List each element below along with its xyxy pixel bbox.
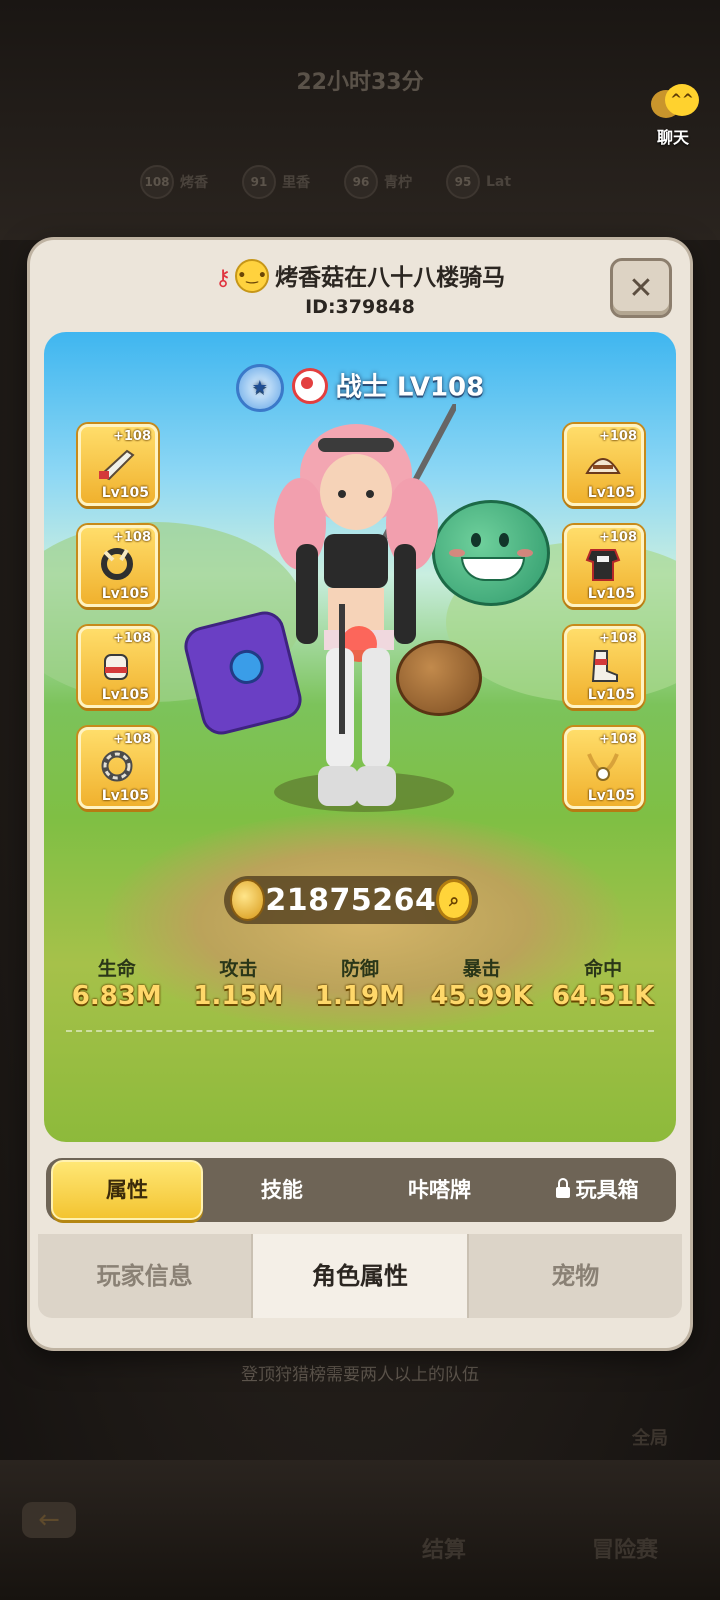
- adventure-button-label: 冒险赛: [591, 1538, 658, 1563]
- item-level: Lv105: [101, 485, 149, 501]
- power-fist-icon: [230, 879, 266, 921]
- combat-power-value: 21875264: [265, 882, 437, 918]
- stat-attack: 攻击 1.15M: [193, 958, 284, 1011]
- enhance-level: +108: [598, 631, 637, 646]
- avatar[interactable]: •‿•: [235, 258, 270, 293]
- stat-hp: 生命 6.83M: [71, 958, 162, 1011]
- background-rank-item: 108 烤香: [140, 165, 208, 199]
- background-timer: 22小时33分: [296, 70, 424, 95]
- main-tab-bar: 玩家信息 角色属性 宠物: [38, 1234, 682, 1318]
- character-showcase: ★ 战士 LV108 +108 Lv105 +108 Lv105 +108 Lv1…: [44, 332, 676, 1142]
- armor-icon: [585, 549, 621, 581]
- player-profile-popup: ⚷ •‿• 烤香菇在八十八楼骑马 ID:379848 ✕ ★ 战士 LV108 +10…: [30, 240, 690, 1348]
- item-level: Lv105: [101, 687, 149, 703]
- warrior-character: [274, 404, 456, 806]
- enhance-level: +108: [598, 530, 637, 545]
- equipment-slot[interactable]: +108 Lv105: [564, 525, 644, 607]
- item-level: Lv105: [101, 586, 149, 602]
- settle-button-label: 结算: [421, 1538, 466, 1563]
- tab-attributes[interactable]: 属性: [51, 1160, 203, 1220]
- helmet-icon: [585, 458, 621, 474]
- chat-button[interactable]: ^^ 聊天: [638, 84, 708, 148]
- equipment-slot[interactable]: +108 Lv105: [564, 626, 644, 708]
- enhance-level: +108: [112, 530, 151, 545]
- stat-defense: 防御 1.19M: [314, 958, 405, 1011]
- enhance-level: +108: [112, 429, 151, 444]
- item-level: Lv105: [587, 485, 635, 501]
- tab-toybox[interactable]: 玩具箱: [518, 1162, 676, 1218]
- equipment-slot[interactable]: +108 Lv105: [564, 424, 644, 506]
- background-rank-list: 108 烤香 91 里香 96 青柠 95 Lat: [140, 165, 511, 199]
- background-rank-item: 95 Lat: [446, 165, 511, 199]
- tab-pets[interactable]: 宠物: [468, 1234, 682, 1318]
- boots-icon: [591, 650, 618, 682]
- equipment-slot[interactable]: +108 Lv105: [78, 525, 158, 607]
- lock-icon: [555, 1177, 570, 1198]
- enhance-level: +108: [112, 631, 151, 646]
- item-level: Lv105: [587, 586, 635, 602]
- stats-row: 生命 6.83M 攻击 1.15M 防御 1.19M 暴击 45.99K 命中 64.51…: [44, 954, 676, 1011]
- necklace-icon: [587, 753, 619, 781]
- tab-character-attributes[interactable]: 角色属性: [253, 1234, 469, 1318]
- class-level-label: 战士 LV108: [335, 372, 485, 403]
- background-rank-item: 96 青柠: [344, 165, 412, 199]
- glove-icon: [104, 654, 128, 680]
- back-arrow-icon: ←: [22, 1502, 76, 1538]
- enhance-level: +108: [598, 732, 637, 747]
- enhance-level: +108: [598, 429, 637, 444]
- tab-player-info[interactable]: 玩家信息: [38, 1234, 254, 1318]
- item-level: Lv105: [587, 687, 635, 703]
- item-level: Lv105: [101, 788, 149, 804]
- background-bottom-bar: [0, 1460, 720, 1600]
- equipment-slot[interactable]: +108 Lv105: [78, 626, 158, 708]
- player-id: ID:379848: [305, 296, 415, 318]
- player-name-row: ⚷ •‿• 烤香菇在八十八楼骑马: [30, 258, 690, 296]
- bracelet-icon: [101, 750, 133, 782]
- equipment-slot[interactable]: +108 Lv105: [78, 424, 158, 506]
- magnify-icon[interactable]: ⌕: [436, 879, 472, 921]
- weapon-icon: [99, 449, 135, 481]
- warrior-class-icon: [291, 368, 328, 404]
- combat-power-bar: 21875264 ⌕: [224, 876, 478, 924]
- enhance-level: +108: [112, 732, 151, 747]
- tab-skills[interactable]: 技能: [203, 1162, 361, 1218]
- background-hint-text: 登顶狩猎榜需要两人以上的队伍: [241, 1365, 479, 1385]
- sub-tab-bar: 属性 技能 咔嗒牌 玩具箱: [46, 1158, 676, 1222]
- ring-icon: [101, 548, 133, 580]
- tab-toybox-label: 玩具箱: [575, 1178, 639, 1202]
- chat-icon: ^^: [651, 84, 699, 124]
- divider: [66, 1030, 654, 1032]
- stat-accuracy: 命中 64.51K: [551, 958, 655, 1011]
- global-button-label: 全局: [632, 1428, 668, 1449]
- tab-cards[interactable]: 咔嗒牌: [361, 1162, 519, 1218]
- stat-crit: 暴击 45.99K: [430, 958, 533, 1011]
- close-button[interactable]: ✕: [610, 258, 672, 318]
- item-level: Lv105: [587, 788, 635, 804]
- key-icon: ⚷: [214, 266, 232, 291]
- chat-label: 聊天: [656, 128, 689, 147]
- close-icon: ✕: [628, 270, 654, 306]
- background-rank-item: 91 里香: [242, 165, 310, 199]
- background-top-bar: [0, 0, 720, 240]
- equipment-slot[interactable]: +108 Lv105: [564, 727, 644, 809]
- equipment-slot[interactable]: +108 Lv105: [78, 727, 158, 809]
- player-name: 烤香菇在八十八楼骑马: [275, 265, 506, 291]
